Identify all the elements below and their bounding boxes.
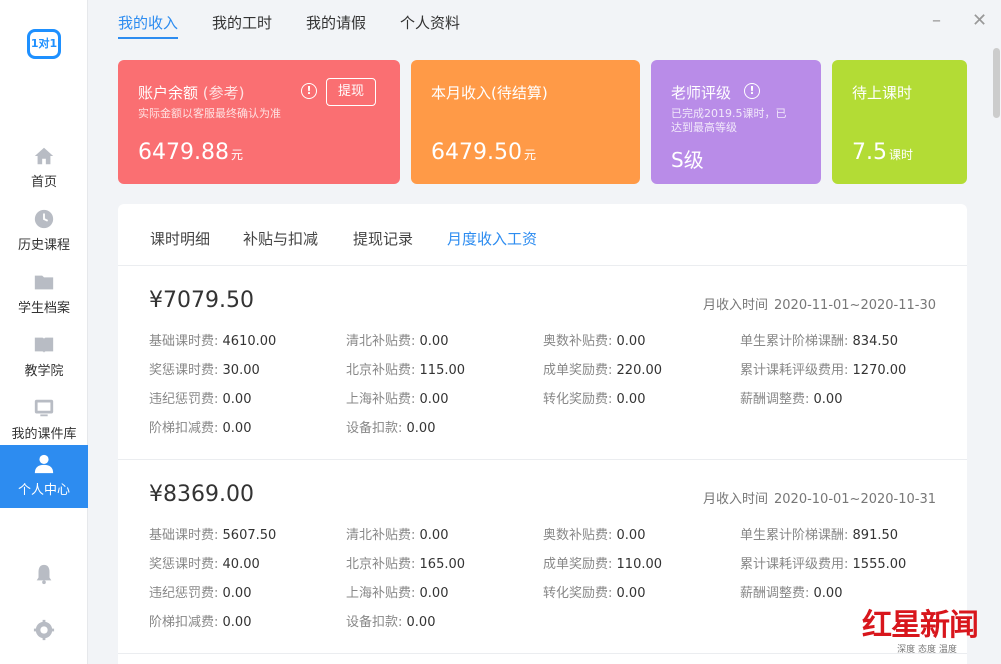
sidebar-item-courseware[interactable]: 我的课件库: [0, 389, 88, 452]
watermark-brand: 红星新闻: [862, 608, 979, 643]
tab-my-income[interactable]: 我的收入: [118, 12, 179, 39]
month-income-title: 本月收入(待结算): [431, 84, 548, 102]
sidebar-item-home[interactable]: 首页: [0, 137, 88, 200]
user-icon: [34, 454, 54, 474]
record-item: 薪酬调整费: 0.00: [740, 586, 843, 601]
month-income-card: 本月收入(待结算) 6479.50 元: [411, 60, 640, 184]
record-item: 基础课时费: 4610.00: [149, 334, 277, 349]
tab-withdraw-records[interactable]: 提现记录: [353, 228, 413, 249]
close-button[interactable]: ✕: [972, 10, 987, 31]
rating-note: 已完成2019.5课时，已 达到最高等级: [671, 107, 787, 134]
record-item: 单生累计阶梯课酬: 891.50: [740, 528, 899, 543]
minimize-button[interactable]: –: [932, 10, 941, 31]
sidebar-item-label: 历史课程: [17, 238, 70, 253]
record-item: 成单奖励费: 110.00: [543, 557, 663, 572]
record-total: ¥7079.50: [149, 288, 254, 313]
record-item: 上海补贴费: 0.00: [346, 392, 449, 407]
info-icon[interactable]: !: [301, 83, 317, 99]
sidebar-item-label: 学生档案: [17, 301, 70, 316]
record-item: 设备扣款: 0.00: [346, 421, 436, 436]
record-period: 月收入时间 2020-10-01~2020-10-31: [702, 492, 936, 507]
tab-subsidy[interactable]: 补贴与扣减: [243, 228, 318, 249]
record-item: 奥数补贴费: 0.00: [543, 528, 646, 543]
divider: [118, 653, 967, 654]
record-item: 违纪惩罚费: 0.00: [149, 586, 252, 601]
pending-hours-amount: 7.5 课时: [852, 140, 914, 165]
record-item: 上海补贴费: 0.00: [346, 586, 449, 601]
record-item: 转化奖励费: 0.00: [543, 586, 646, 601]
record-item: 基础课时费: 5607.50: [149, 528, 277, 543]
bell-icon[interactable]: [33, 563, 55, 585]
sidebar-item-personal-center[interactable]: 个人中心: [0, 445, 88, 508]
record-item: 北京补贴费: 115.00: [346, 363, 466, 378]
record-item: 清北补贴费: 0.00: [346, 334, 449, 349]
sidebar-item-label: 教学院: [24, 364, 64, 379]
rating-title: 老师评级: [671, 84, 732, 102]
balance-amount: 6479.88 元: [138, 140, 243, 165]
income-record: ¥7079.50 月收入时间 2020-11-01~2020-11-30 基础课时…: [118, 266, 967, 460]
sidebar-item-label: 个人中心: [17, 483, 70, 498]
scrollbar-track: [990, 40, 1001, 664]
record-item: 阶梯扣减费: 0.00: [149, 615, 252, 630]
income-panel: 课时明细 补贴与扣减 提现记录 月度收入工资 ¥7079.50 月收入时间 202…: [118, 204, 967, 664]
month-income-amount: 6479.50 元: [431, 140, 536, 165]
record-item: 设备扣款: 0.00: [346, 615, 436, 630]
monitor-icon: [34, 399, 54, 417]
sidebar-item-academy[interactable]: 教学院: [0, 326, 88, 389]
info-icon[interactable]: !: [744, 83, 760, 99]
pending-hours-title: 待上课时: [852, 84, 913, 102]
record-item: 累计课耗评级费用: 1555.00: [740, 557, 907, 572]
tab-my-leave[interactable]: 我的请假: [306, 12, 366, 33]
record-item: 北京补贴费: 165.00: [346, 557, 466, 572]
record-item: 阶梯扣减费: 0.00: [149, 421, 252, 436]
clock-icon: [34, 209, 54, 229]
record-item: 成单奖励费: 220.00: [543, 363, 663, 378]
record-total: ¥8369.00: [149, 482, 254, 507]
tab-profile[interactable]: 个人资料: [400, 12, 460, 33]
app-logo: 1对1: [27, 29, 61, 59]
sidebar-item-students[interactable]: 学生档案: [0, 263, 88, 326]
tab-hour-detail[interactable]: 课时明细: [150, 228, 210, 249]
gear-icon[interactable]: [33, 619, 55, 641]
record-item: 单生累计阶梯课酬: 834.50: [740, 334, 899, 349]
teacher-rating-card: 老师评级 ! 已完成2019.5课时，已 达到最高等级 S级: [651, 60, 821, 184]
record-item: 转化奖励费: 0.00: [543, 392, 646, 407]
sidebar-item-label: 我的课件库: [11, 427, 77, 442]
rating-level: S级: [671, 148, 704, 172]
home-icon: [34, 147, 54, 165]
scrollbar-thumb[interactable]: [993, 48, 1000, 118]
sidebar: 1对1 首页 历史课程 学生档案 教学院 我的课件库 个人中心: [0, 0, 88, 664]
record-period: 月收入时间 2020-11-01~2020-11-30: [702, 298, 936, 313]
watermark-logo: 红星新闻 深度 态度 温度: [862, 600, 992, 660]
record-item: 清北补贴费: 0.00: [346, 528, 449, 543]
record-item: 奖惩课时费: 40.00: [149, 557, 260, 572]
book-icon: [34, 337, 54, 354]
withdraw-button[interactable]: 提现: [326, 78, 376, 106]
tab-my-hours[interactable]: 我的工时: [212, 12, 272, 33]
sidebar-item-label: 首页: [30, 175, 57, 190]
tab-monthly-income[interactable]: 月度收入工资: [447, 228, 537, 249]
record-item: 奖惩课时费: 30.00: [149, 363, 260, 378]
pending-hours-card: 待上课时 7.5 课时: [832, 60, 967, 184]
record-item: 累计课耗评级费用: 1270.00: [740, 363, 907, 378]
sidebar-item-history[interactable]: 历史课程: [0, 200, 88, 263]
balance-note: 实际金额以客服最终确认为准: [138, 107, 281, 120]
balance-card: 账户余额 (参考) 实际金额以客服最终确认为准 ! 提现 6479.88 元: [118, 60, 400, 184]
folder-icon: [34, 275, 54, 290]
record-item: 奥数补贴费: 0.00: [543, 334, 646, 349]
income-record: ¥8369.00 月收入时间 2020-10-01~2020-10-31 基础课时…: [118, 460, 967, 654]
record-item: 违纪惩罚费: 0.00: [149, 392, 252, 407]
record-item: 薪酬调整费: 0.00: [740, 392, 843, 407]
